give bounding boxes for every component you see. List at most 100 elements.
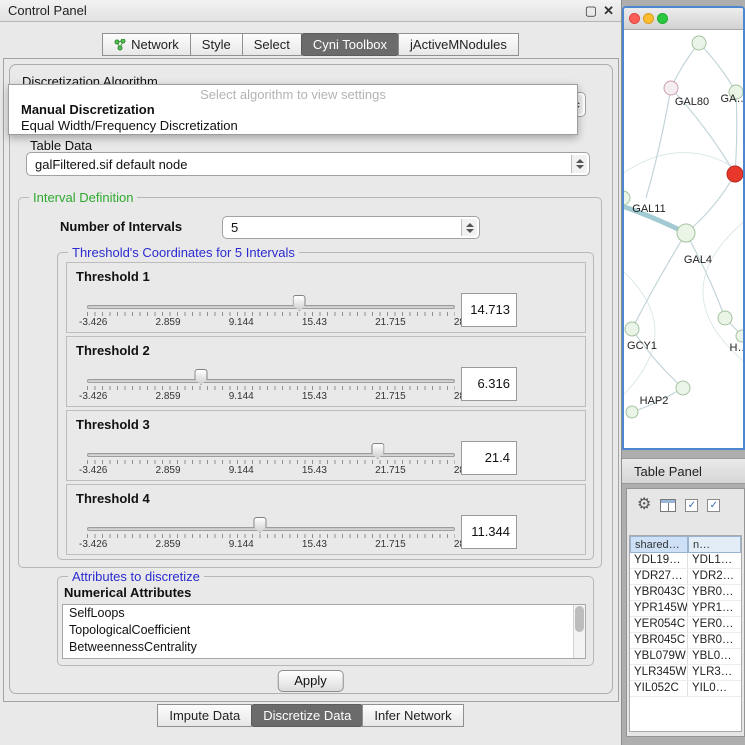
network-node[interactable] bbox=[718, 311, 732, 325]
threshold-2-value-field[interactable]: 6.316 bbox=[461, 367, 517, 401]
number-of-intervals-combobox[interactable]: 5 bbox=[222, 216, 480, 239]
network-node[interactable] bbox=[677, 224, 695, 242]
table-row[interactable]: YPR145W YPR1… bbox=[630, 601, 741, 617]
table-cell[interactable]: YLR345W bbox=[630, 665, 688, 680]
network-canvas[interactable]: GAL80GA…GAL11GAL4GCY1HAP2H… bbox=[624, 30, 743, 448]
tab-infer-network[interactable]: Infer Network bbox=[362, 704, 463, 727]
threshold-2-slider[interactable]: -3.4262.8599.14415.4321.71528 bbox=[87, 367, 455, 405]
threshold-3-value-field[interactable]: 21.4 bbox=[461, 441, 517, 475]
scale-tick-label: 15.43 bbox=[302, 465, 327, 476]
table-cell[interactable]: YIL052C bbox=[630, 681, 688, 696]
tick-marks bbox=[87, 460, 455, 464]
network-node[interactable] bbox=[625, 322, 639, 336]
table-cell[interactable]: YIL0… bbox=[688, 681, 741, 696]
network-node[interactable] bbox=[676, 381, 690, 395]
close-traffic-light[interactable] bbox=[629, 13, 640, 24]
network-node[interactable] bbox=[692, 36, 706, 50]
network-node[interactable] bbox=[664, 81, 678, 95]
threshold-4-slider[interactable]: -3.4262.8599.14415.4321.71528 bbox=[87, 515, 455, 553]
table-cell[interactable]: YDL1… bbox=[688, 553, 741, 568]
table-cell[interactable]: YLR3… bbox=[688, 665, 741, 680]
numerical-attributes-list[interactable]: SelfLoopsTopologicalCoefficientBetweenne… bbox=[62, 604, 586, 659]
threshold-1-slider[interactable]: -3.4262.8599.14415.4321.71528 bbox=[87, 293, 455, 331]
tab-jactivemodules[interactable]: jActiveMNodules bbox=[398, 33, 519, 56]
threshold-4-panel: Threshold 4 -3.4262.8599.14415.4321.7152… bbox=[66, 484, 586, 555]
table-data-combobox[interactable]: galFiltered.sif default node bbox=[26, 152, 590, 176]
table-cell[interactable]: YER0… bbox=[688, 617, 741, 632]
tab-network[interactable]: Network bbox=[102, 33, 191, 56]
table-cell[interactable]: YBR043C bbox=[630, 585, 688, 600]
table-row[interactable]: YBR043C YBR0… bbox=[630, 585, 741, 601]
table-cell[interactable]: YBR0… bbox=[688, 633, 741, 648]
numerical-attributes-label: Numerical Attributes bbox=[64, 585, 191, 600]
table-cell[interactable]: YPR145W bbox=[630, 601, 688, 616]
table-cell[interactable]: YPR1… bbox=[688, 601, 741, 616]
table-cell[interactable]: YBL0… bbox=[688, 649, 741, 664]
tab-cyni-toolbox[interactable]: Cyni Toolbox bbox=[301, 33, 399, 56]
threshold-3-slider[interactable]: -3.4262.8599.14415.4321.71528 bbox=[87, 441, 455, 479]
table-cell[interactable]: YDR27… bbox=[630, 569, 688, 584]
threshold-4-label: Threshold 4 bbox=[76, 491, 150, 506]
table-row[interactable]: YIL052C YIL0… bbox=[630, 681, 741, 697]
tab-label: jActiveMNodules bbox=[410, 37, 507, 52]
list-scrollbar[interactable] bbox=[573, 605, 585, 658]
column-header-shared-name[interactable]: shared… bbox=[630, 536, 688, 553]
network-node[interactable] bbox=[727, 166, 743, 182]
float-window-icon[interactable]: ▢ bbox=[585, 0, 597, 22]
close-window-icon[interactable]: ✕ bbox=[603, 0, 614, 22]
table-row[interactable]: YBL079W YBL0… bbox=[630, 649, 741, 665]
table-cell[interactable]: YDR2… bbox=[688, 569, 741, 584]
slider-track[interactable] bbox=[87, 453, 455, 457]
attributes-list-items: SelfLoopsTopologicalCoefficientBetweenne… bbox=[63, 605, 585, 656]
table-row[interactable]: YDR27… YDR2… bbox=[630, 569, 741, 585]
dropdown-option-manual-discretization[interactable]: Manual Discretization bbox=[21, 102, 155, 118]
select-all-icon[interactable]: ✓ bbox=[685, 499, 698, 512]
tab-label: Cyni Toolbox bbox=[313, 37, 387, 52]
scale-tick-label: 9.144 bbox=[229, 391, 254, 402]
tab-select[interactable]: Select bbox=[242, 33, 302, 56]
scale-tick-label: 15.43 bbox=[302, 317, 327, 328]
attribute-item[interactable]: SelfLoops bbox=[63, 605, 585, 622]
table-cell[interactable]: YBR0… bbox=[688, 585, 741, 600]
slider-track[interactable] bbox=[87, 305, 455, 309]
network-node-label: H… bbox=[730, 342, 743, 354]
table-cell[interactable]: YBR045C bbox=[630, 633, 688, 648]
threshold-4-value-field[interactable]: 11.344 bbox=[461, 515, 517, 549]
table-body: YDL19… YDL1… YDR27… YDR2… YBR043C YBR0… … bbox=[630, 553, 741, 697]
scrollbar-thumb[interactable] bbox=[575, 606, 584, 632]
network-node[interactable] bbox=[736, 330, 743, 342]
column-header-name[interactable]: n… bbox=[688, 536, 741, 553]
network-node-label: GAL80 bbox=[675, 96, 709, 108]
table-row[interactable]: YLR345W YLR3… bbox=[630, 665, 741, 681]
combo-arrows-icon[interactable] bbox=[461, 219, 477, 236]
tab-style[interactable]: Style bbox=[190, 33, 243, 56]
apply-button[interactable]: Apply bbox=[277, 670, 344, 692]
table-panel-title: Table Panel bbox=[634, 464, 702, 479]
table-row[interactable]: YER054C YER0… bbox=[630, 617, 741, 633]
tab-discretize-data[interactable]: Discretize Data bbox=[251, 704, 363, 727]
table-row[interactable]: YDL19… YDL1… bbox=[630, 553, 741, 569]
table-cell[interactable]: YDL19… bbox=[630, 553, 688, 568]
slider-track[interactable] bbox=[87, 527, 455, 531]
table-cell[interactable]: YBL079W bbox=[630, 649, 688, 664]
thresholds-group-title: Threshold's Coordinates for 5 Intervals bbox=[68, 245, 299, 260]
columns-icon[interactable] bbox=[660, 499, 676, 512]
tab-impute-data[interactable]: Impute Data bbox=[157, 704, 252, 727]
select-rows-icon[interactable]: ✓ bbox=[707, 499, 720, 512]
attribute-item[interactable]: BetweennessCentrality bbox=[63, 639, 585, 656]
table-cell[interactable]: YER054C bbox=[630, 617, 688, 632]
network-node[interactable] bbox=[624, 191, 630, 205]
gear-icon[interactable]: ⚙ bbox=[637, 497, 651, 513]
combo-arrows-icon[interactable] bbox=[571, 155, 587, 173]
network-node[interactable] bbox=[626, 406, 638, 418]
dropdown-option-equal-width-frequency[interactable]: Equal Width/Frequency Discretization bbox=[21, 118, 238, 134]
minimize-traffic-light[interactable] bbox=[643, 13, 654, 24]
table-row[interactable]: YBR045C YBR0… bbox=[630, 633, 741, 649]
network-graph: GAL80GA…GAL11GAL4GCY1HAP2H… bbox=[624, 30, 743, 448]
slider-track[interactable] bbox=[87, 379, 455, 383]
network-node-label: GCY1 bbox=[627, 340, 657, 352]
scale-tick-label: 2.859 bbox=[156, 317, 181, 328]
threshold-1-value-field[interactable]: 14.713 bbox=[461, 293, 517, 327]
zoom-traffic-light[interactable] bbox=[657, 13, 668, 24]
attribute-item[interactable]: TopologicalCoefficient bbox=[63, 622, 585, 639]
